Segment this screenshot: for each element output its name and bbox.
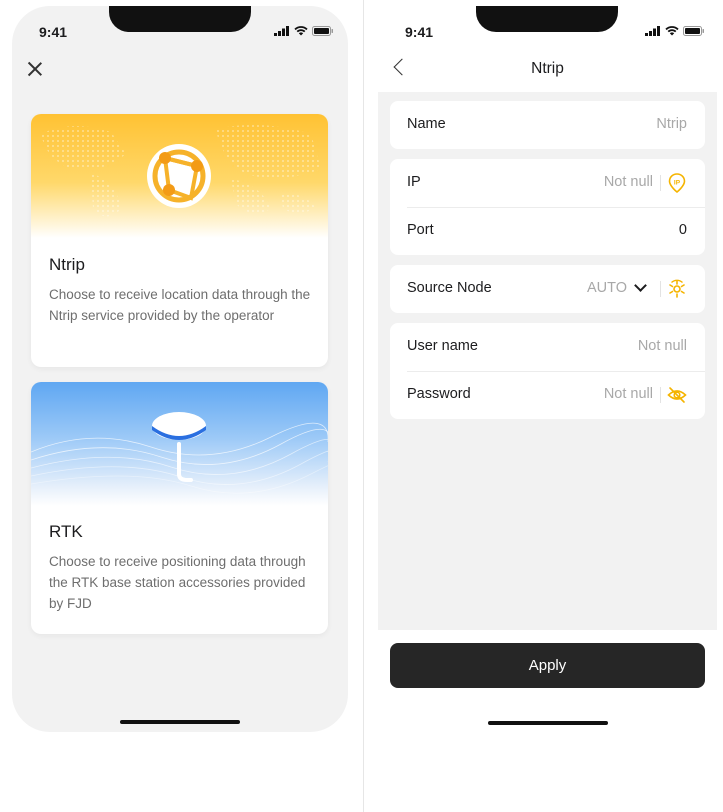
status-time: 9:41 <box>405 24 434 40</box>
page-title: Ntrip <box>531 60 564 77</box>
wifi-icon <box>294 26 308 36</box>
rtk-card-title: RTK <box>49 522 83 541</box>
refresh-node-icon[interactable] <box>666 278 688 300</box>
source-node-group: Source Node AUTO <box>390 265 705 313</box>
credentials-group: User name Not null Password Not null <box>390 323 705 419</box>
source-node-divider <box>660 281 661 297</box>
ntrip-option-card[interactable]: Ntrip Choose to receive location data th… <box>31 114 328 367</box>
port-field[interactable]: 0 <box>679 222 687 238</box>
port-label: Port <box>407 222 434 238</box>
ip-row[interactable]: IP Not null IP <box>390 159 705 207</box>
name-label: Name <box>407 116 446 132</box>
status-icons <box>274 26 334 36</box>
name-group: Name Ntrip <box>390 101 705 149</box>
ip-location-icon[interactable]: IP <box>666 172 688 194</box>
eye-off-icon[interactable] <box>666 384 688 406</box>
username-field[interactable]: Not null <box>638 338 687 354</box>
ntrip-settings-screen: 9:41 Ntrip Name Ntrip IP Not null IP Por… <box>378 6 717 732</box>
home-indicator <box>488 721 608 725</box>
wifi-icon <box>665 26 679 36</box>
device-notch <box>476 6 618 32</box>
chevron-down-icon[interactable] <box>634 279 647 292</box>
ntrip-card-description: Choose to receive location data through … <box>49 287 311 323</box>
ip-divider <box>660 175 661 191</box>
source-select-screen: 9:41 Ntrip Choose to receive location da… <box>12 6 348 732</box>
home-indicator <box>120 720 240 724</box>
source-node-row[interactable]: Source Node AUTO <box>390 265 705 313</box>
password-label: Password <box>407 386 471 402</box>
close-button[interactable] <box>26 60 44 78</box>
ip-field[interactable]: Not null <box>604 174 653 190</box>
ip-port-group: IP Not null IP Port 0 <box>390 159 705 255</box>
ntrip-banner <box>31 114 328 238</box>
signal-icon <box>274 26 289 36</box>
device-notch <box>109 6 251 32</box>
globe-network-icon <box>147 144 211 208</box>
name-row[interactable]: Name Ntrip <box>390 101 705 149</box>
source-node-label: Source Node <box>407 280 492 296</box>
rtk-banner <box>31 382 328 506</box>
svg-text:IP: IP <box>674 179 681 186</box>
ip-label: IP <box>407 174 421 190</box>
password-field[interactable]: Not null <box>604 386 653 402</box>
port-row[interactable]: Port 0 <box>390 207 705 255</box>
username-row[interactable]: User name Not null <box>390 323 705 371</box>
status-icons <box>645 26 705 36</box>
screen-divider <box>363 0 364 812</box>
battery-icon <box>312 26 333 36</box>
rtk-antenna-icon <box>152 412 206 482</box>
password-row[interactable]: Password Not null <box>390 371 705 419</box>
apply-button[interactable]: Apply <box>390 643 705 688</box>
password-divider <box>660 387 661 403</box>
name-value[interactable]: Ntrip <box>656 116 687 132</box>
signal-icon <box>645 26 660 36</box>
source-node-value[interactable]: AUTO <box>587 280 627 296</box>
username-label: User name <box>407 338 478 354</box>
rtk-card-description: Choose to receive positioning data throu… <box>49 554 306 611</box>
status-time: 9:41 <box>39 24 68 40</box>
battery-icon <box>683 26 704 36</box>
rtk-option-card[interactable]: RTK Choose to receive positioning data t… <box>31 382 328 634</box>
ntrip-card-title: Ntrip <box>49 255 85 274</box>
settings-form: Name Ntrip IP Not null IP Port 0 Source … <box>378 92 717 630</box>
